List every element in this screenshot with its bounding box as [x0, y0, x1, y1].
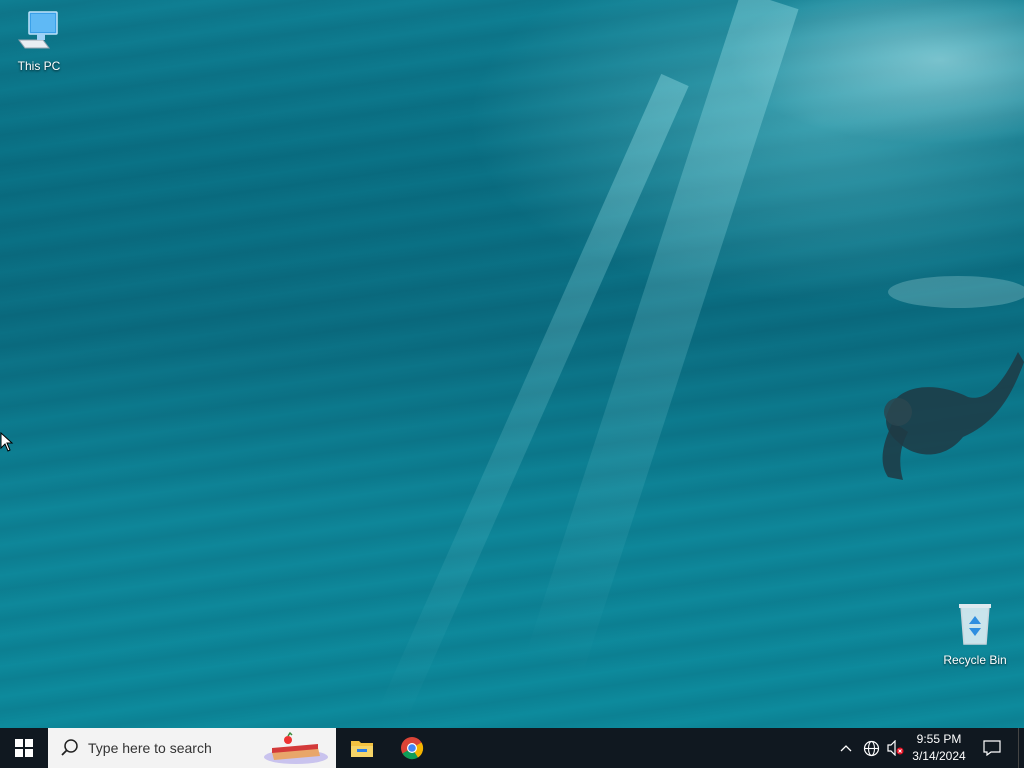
volume-button[interactable]: [884, 728, 906, 768]
swimmer-figure: [882, 276, 1024, 480]
search-highlight-pie-icon: [264, 731, 328, 764]
recycle-bin-shortcut[interactable]: Recycle Bin: [940, 602, 1010, 667]
show-desktop-button[interactable]: [1018, 728, 1024, 768]
chrome-icon: [401, 737, 424, 760]
file-explorer-icon: [351, 741, 373, 757]
show-hidden-icons-button[interactable]: [836, 728, 856, 768]
windows-logo-icon: [15, 739, 33, 757]
action-center-button[interactable]: [978, 728, 1006, 768]
mouse-cursor-icon: [0, 432, 14, 452]
this-pc-label: This PC: [17, 59, 61, 73]
clock-date: 3/14/2024: [912, 749, 966, 763]
taskbar-clock[interactable]: 9:55 PM 3/14/2024: [906, 728, 972, 768]
file-explorer-button[interactable]: [338, 728, 386, 768]
this-pc-icon: [18, 11, 58, 49]
action-center-icon: [983, 740, 1001, 756]
chrome-button[interactable]: [388, 728, 436, 768]
network-icon: [863, 740, 879, 756]
clock-time: 9:55 PM: [916, 732, 962, 746]
desktop: This PC Recycle Bin: [0, 0, 1024, 728]
volume-muted-icon: [887, 740, 904, 756]
search-placeholder: Type here to search: [88, 740, 212, 756]
search-icon: [61, 739, 78, 756]
this-pc-shortcut[interactable]: This PC: [4, 10, 74, 73]
recycle-bin-icon: [959, 604, 991, 645]
taskbar: Type here to search 9:55 PM 3/14/2024: [0, 728, 1024, 768]
chevron-up-icon: [840, 745, 852, 752]
taskbar-search-box[interactable]: Type here to search: [48, 728, 336, 768]
network-button[interactable]: [860, 728, 882, 768]
start-button[interactable]: [0, 728, 48, 768]
recycle-bin-label: Recycle Bin: [943, 653, 1007, 667]
